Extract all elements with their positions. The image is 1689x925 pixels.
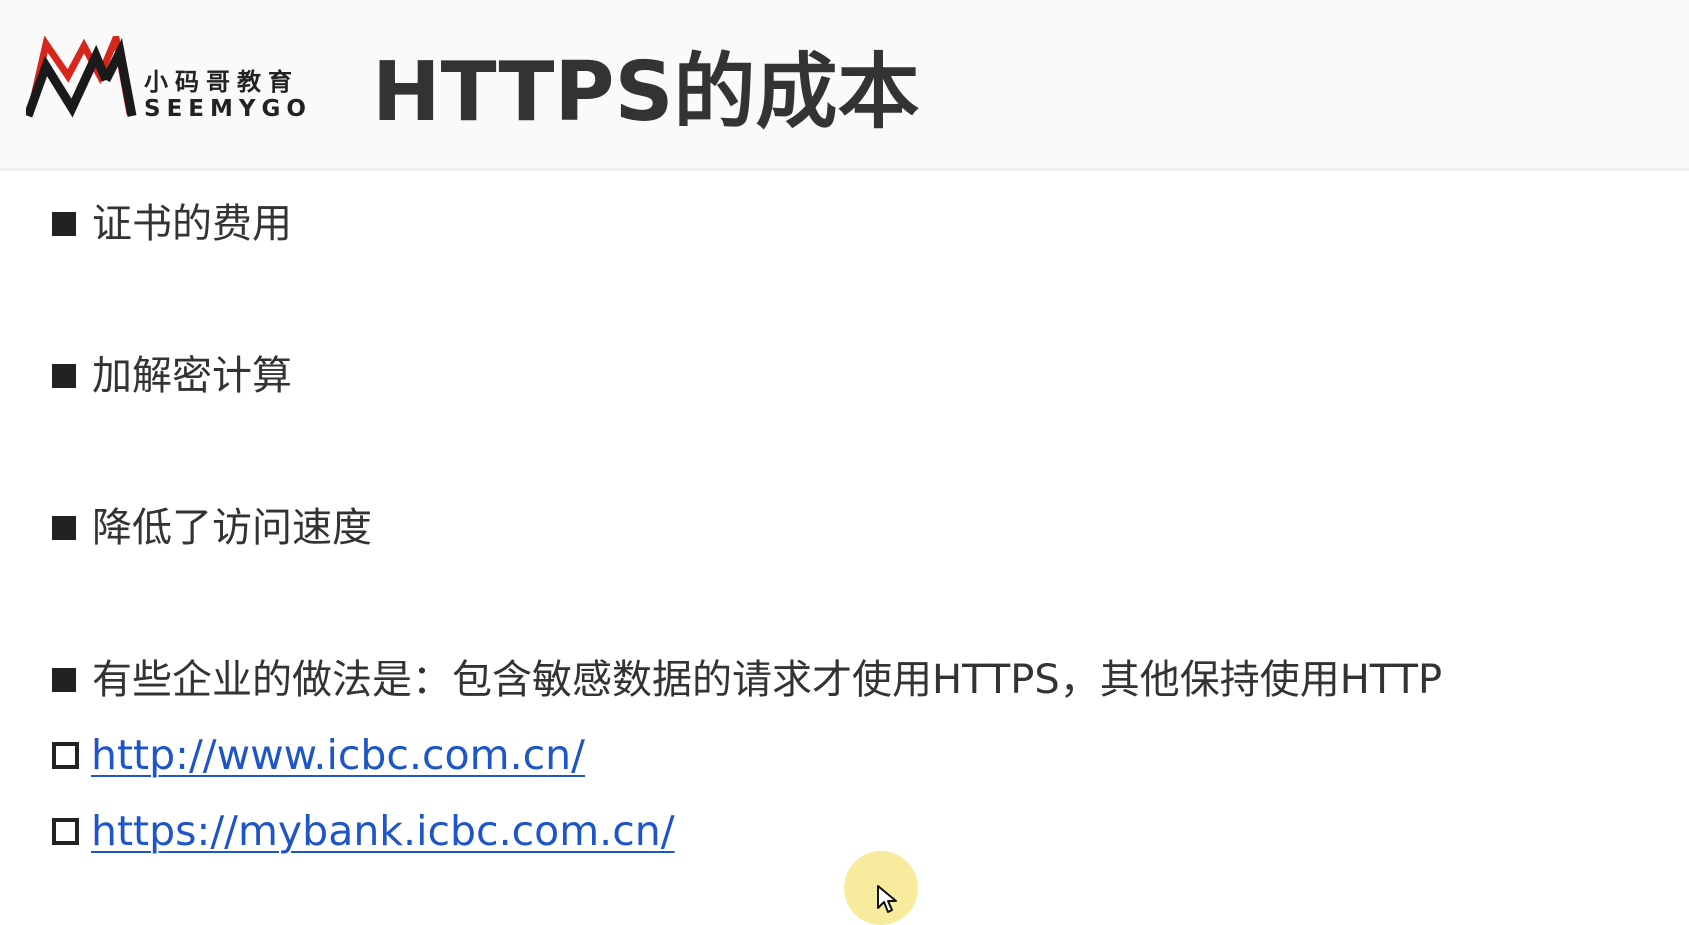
slide-header: 小码哥教育 SEEMYGO HTTPS的成本 [0,0,1689,171]
hollow-square-bullet-icon [52,818,79,845]
filled-square-bullet-icon [52,516,76,540]
hollow-square-bullet-icon [52,742,79,769]
bullet-item-enterprise-practice: 有些企业的做法是：包含敏感数据的请求才使用HTTPS，其他保持使用HTTP [52,660,1442,700]
bullet-text: 加解密计算 [92,353,292,399]
seemygo-logo: 小码哥教育 SEEMYGO [26,36,326,136]
bullet-text: 有些企业的做法是：包含敏感数据的请求才使用HTTPS，其他保持使用HTTP [92,657,1443,703]
icbc-http-link[interactable]: http://www.icbc.com.cn/ [91,735,585,776]
filled-square-bullet-icon [52,212,76,236]
slide-title: HTTPS的成本 [372,45,920,140]
icbc-https-link[interactable]: https://mybank.icbc.com.cn/ [91,811,675,852]
seemygo-logo-mark-icon [26,36,137,118]
bullet-item-encryption-compute: 加解密计算 [52,356,292,396]
slide: 小码哥教育 SEEMYGO HTTPS的成本 证书的费用 加解密计算 降低了访问… [0,0,1689,925]
bullet-text: 证书的费用 [92,201,292,247]
link-item-icbc-http: http://www.icbc.com.cn/ [52,735,585,776]
logo-chinese-name: 小码哥教育 [144,68,299,96]
filled-square-bullet-icon [52,668,76,692]
link-item-icbc-https: https://mybank.icbc.com.cn/ [52,811,675,852]
bullet-text: 降低了访问速度 [92,505,372,551]
mouse-pointer-icon [877,885,897,913]
bullet-item-slower-access: 降低了访问速度 [52,508,372,548]
logo-english-name: SEEMYGO [144,96,312,122]
filled-square-bullet-icon [52,364,76,388]
bullet-item-certificate-cost: 证书的费用 [52,204,292,244]
